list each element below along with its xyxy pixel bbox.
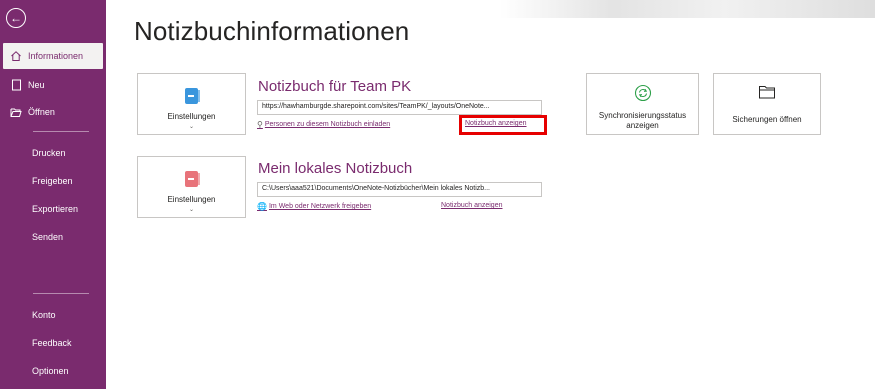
sidebar-item-neu[interactable]: Neu	[0, 72, 106, 98]
person-add-icon: ⚲	[257, 120, 263, 129]
notebook-settings-button[interactable]: Einstellungen ⌄	[137, 73, 246, 135]
notebook-settings-button[interactable]: Einstellungen ⌄	[137, 156, 246, 218]
notebook-name: Mein lokales Notizbuch	[258, 160, 413, 177]
share-web-link[interactable]: 🌐 Im Web oder Netzwerk freigeben	[257, 202, 371, 211]
notebook-settings-label: Einstellungen	[167, 195, 216, 204]
sidebar-item-label: Öffnen	[28, 107, 55, 117]
sidebar-item-informationen[interactable]: Informationen	[3, 43, 103, 69]
chevron-down-icon: ⌄	[188, 207, 195, 213]
notebook-icon	[185, 171, 200, 187]
notebook-name: Notizbuch für Team PK	[258, 78, 412, 95]
notebook-settings-label: Einstellungen	[167, 112, 216, 121]
view-notebook-link[interactable]: Notizbuch anzeigen	[465, 120, 527, 127]
sidebar-item-exportieren[interactable]: Exportieren	[32, 204, 78, 214]
notebook-path-field[interactable]: https://hawhamburgde.sharepoint.com/site…	[257, 100, 542, 115]
sidebar-item-senden[interactable]: Senden	[32, 232, 63, 242]
folder-open-icon	[9, 105, 23, 119]
open-backups-label: Sicherungen öffnen	[732, 115, 802, 124]
sidebar-divider	[33, 131, 89, 132]
home-icon	[9, 49, 23, 63]
notebook-icon	[185, 88, 200, 104]
sync-status-label: Synchronisierungsstatus anzeigen	[598, 111, 687, 130]
page-title: Notizbuchinformationen	[134, 16, 410, 46]
share-web-label: Im Web oder Netzwerk freigeben	[268, 203, 372, 210]
sidebar-item-drucken[interactable]: Drucken	[32, 148, 66, 158]
header-decoration	[500, 0, 875, 18]
sidebar-item-feedback[interactable]: Feedback	[32, 338, 72, 348]
sidebar-item-label: Neu	[28, 80, 45, 90]
new-page-icon	[9, 78, 23, 92]
sidebar-divider	[33, 293, 89, 294]
share-globe-icon: 🌐	[257, 202, 267, 211]
arrow-left-icon: ←	[10, 11, 22, 25]
folder-icon	[758, 84, 776, 105]
sidebar-item-oeffnen[interactable]: Öffnen	[0, 99, 106, 125]
view-notebook-link[interactable]: Notizbuch anzeigen	[441, 202, 503, 209]
sidebar-item-konto[interactable]: Konto	[32, 310, 56, 320]
back-button[interactable]: ←	[6, 8, 26, 28]
sync-icon	[634, 84, 652, 107]
sidebar-item-freigeben[interactable]: Freigeben	[32, 176, 73, 186]
sync-status-button[interactable]: Synchronisierungsstatus anzeigen	[586, 73, 699, 135]
sidebar-item-label: Informationen	[28, 51, 84, 61]
sidebar: ← Informationen Neu Öffnen Drucken Freig…	[0, 0, 106, 389]
open-backups-button[interactable]: Sicherungen öffnen	[713, 73, 821, 135]
sidebar-item-optionen[interactable]: Optionen	[32, 366, 69, 376]
invite-people-link[interactable]: ⚲ Personen zu diesem Notizbuch einladen	[257, 120, 390, 129]
chevron-down-icon: ⌄	[188, 124, 195, 130]
invite-people-label: Personen zu diesem Notizbuch einladen	[264, 121, 391, 128]
notebook-path-field[interactable]: C:\Users\aaa521\Documents\OneNote-Notizb…	[257, 182, 542, 197]
